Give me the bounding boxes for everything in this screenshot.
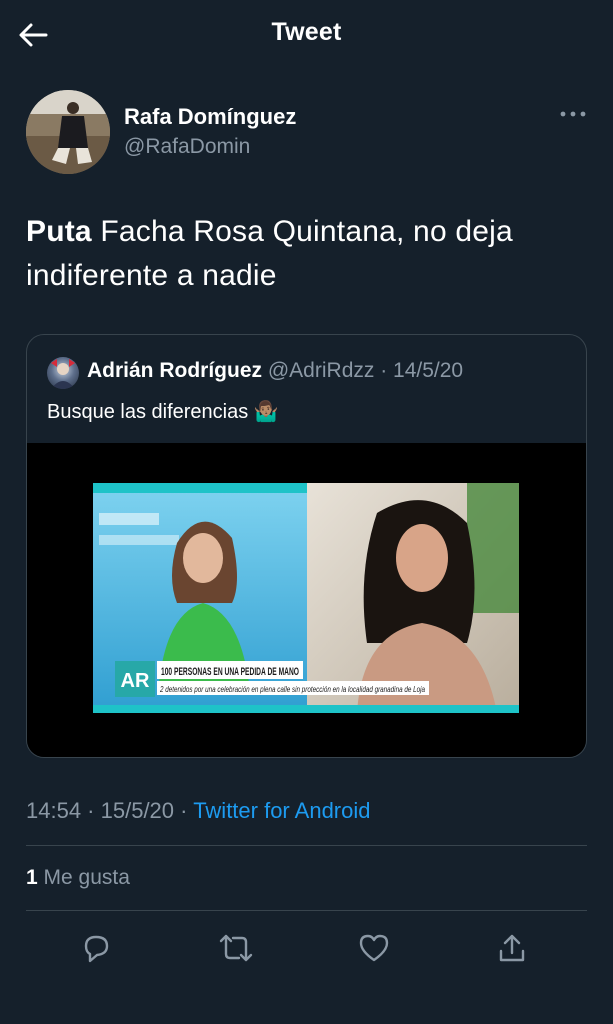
meta-separator: · bbox=[174, 798, 194, 823]
divider bbox=[26, 845, 587, 846]
quoted-avatar-photo bbox=[51, 359, 75, 389]
likes-label: Me gusta bbox=[37, 866, 130, 889]
reply-button[interactable] bbox=[76, 928, 116, 968]
retweet-icon bbox=[219, 934, 253, 962]
video-subheadline: 2 detenidos por una celebración en plena… bbox=[159, 685, 425, 694]
quoted-meta: Adrián Rodríguez @AdriRdzz · 14/5/20 bbox=[87, 359, 463, 383]
divider bbox=[26, 910, 587, 911]
share-button[interactable] bbox=[492, 928, 532, 968]
tweet-date: 15/5/20 bbox=[100, 798, 175, 823]
video-frame: AR 100 PERSONAS EN UNA PEDIDA DE MANO 2 … bbox=[93, 483, 519, 713]
quoted-text-body: Busque las diferencias bbox=[47, 401, 249, 423]
retweet-button[interactable] bbox=[216, 928, 256, 968]
top-bar: Tweet bbox=[0, 0, 613, 70]
channel-logo: AR bbox=[121, 670, 150, 692]
likes-stat[interactable]: 1 Me gusta bbox=[26, 866, 130, 890]
tweet-source-link[interactable]: Twitter for Android bbox=[193, 798, 370, 823]
quoted-author-name: Adrián Rodríguez bbox=[87, 359, 263, 382]
quoted-author-handle: @AdriRdzz bbox=[267, 359, 375, 382]
likes-count: 1 bbox=[26, 866, 38, 889]
meta-separator: · bbox=[81, 798, 101, 823]
tweet-time: 14:54 bbox=[26, 798, 82, 823]
video-headline: 100 PERSONAS EN UNA PEDIDA DE MANO bbox=[161, 666, 299, 678]
page-title: Tweet bbox=[271, 18, 342, 46]
quoted-video[interactable]: AR 100 PERSONAS EN UNA PEDIDA DE MANO 2 … bbox=[27, 443, 586, 757]
quoted-tweet[interactable]: Adrián Rodríguez @AdriRdzz · 14/5/20 Bus… bbox=[26, 334, 587, 758]
reply-icon bbox=[84, 935, 109, 963]
tweet-author: Rafa Domínguez @RafaDomin bbox=[26, 90, 586, 176]
quoted-author-avatar bbox=[47, 357, 79, 389]
share-icon bbox=[499, 934, 525, 962]
shrug-emoji: 🤷🏽‍♂️ bbox=[253, 401, 279, 423]
like-icon bbox=[359, 934, 389, 962]
tweet-text: Puta Facha Rosa Quintana, no deja indife… bbox=[26, 210, 588, 298]
like-button[interactable] bbox=[354, 928, 394, 968]
more-horizontal-icon bbox=[560, 111, 586, 117]
avatar-photo bbox=[26, 90, 110, 174]
tweet-text-body: Facha Rosa Quintana, no deja indiferente… bbox=[26, 215, 513, 292]
tweet-text-bold: Puta bbox=[26, 215, 92, 248]
quoted-date: 14/5/20 bbox=[393, 359, 464, 382]
more-options-button[interactable] bbox=[556, 104, 590, 124]
quoted-separator: · bbox=[374, 359, 394, 382]
quoted-text: Busque las diferencias 🤷🏽‍♂️ bbox=[47, 399, 279, 424]
author-handle[interactable]: @RafaDomin bbox=[124, 135, 250, 159]
author-name[interactable]: Rafa Domínguez bbox=[124, 104, 296, 130]
author-avatar[interactable] bbox=[26, 90, 110, 174]
tweet-meta: 14:54 · 15/5/20 · Twitter for Android bbox=[26, 798, 371, 824]
